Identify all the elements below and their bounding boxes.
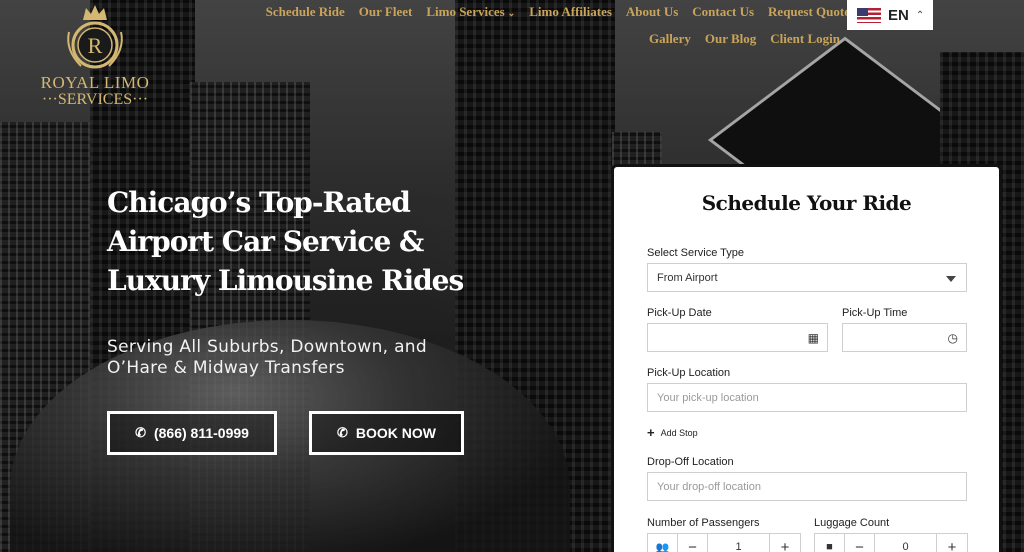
nav-item-request-quote[interactable]: Request Quote	[768, 3, 850, 22]
dropoff-location-field	[647, 472, 967, 501]
call-phone-button[interactable]: ✆ (866) 811-0999	[107, 411, 277, 455]
main-navigation: Schedule Ride Our Fleet Limo Services ⌄ L…	[220, 3, 850, 47]
phone-icon: ✆	[135, 425, 146, 440]
passengers-label: Number of Passengers	[647, 517, 760, 529]
nav-item-label: Our Blog	[704, 31, 757, 46]
pickup-time-label: Pick-Up Time	[842, 307, 908, 319]
language-code: EN	[888, 6, 909, 24]
nav-item-our-fleet[interactable]: Our Fleet	[359, 3, 413, 22]
add-stop-label: Add Stop	[660, 428, 698, 438]
language-selector[interactable]: EN ⌃	[847, 0, 933, 30]
logo-subtitle: ···SERVICES···	[41, 91, 149, 108]
nav-item-gallery[interactable]: Gallery	[649, 30, 691, 47]
luggage-label: Luggage Count	[814, 517, 890, 529]
nav-item-label: Limo Affiliates	[529, 4, 612, 19]
pickup-location-label: Pick-Up Location	[647, 367, 731, 379]
nav-item-schedule-ride[interactable]: Schedule Ride	[266, 3, 345, 22]
service-type-label: Select Service Type	[647, 247, 745, 259]
form-title: Schedule Your Ride	[701, 191, 912, 215]
hero-title: Chicago’s Top-Rated Airport Car Service …	[107, 183, 507, 300]
hero-title-line: Luxury Limousine Rides	[107, 264, 464, 297]
book-now-label: BOOK NOW	[355, 425, 436, 441]
pickup-time-field[interactable]: ◷	[842, 323, 967, 352]
nav-item-label: Request Quote	[768, 4, 850, 19]
suitcase-icon: ■	[815, 534, 845, 552]
phone-icon: ✆	[336, 425, 348, 440]
dropoff-location-input[interactable]	[657, 473, 966, 500]
people-icon: 👥	[648, 534, 678, 552]
dropoff-location-label: Drop-Off Location	[647, 456, 734, 468]
hero-title-line: Airport Car Service &	[107, 225, 424, 258]
hero-subtitle-line: O’Hare & Midway Transfers	[107, 358, 345, 378]
passengers-stepper: 👥 − 1 +	[647, 533, 801, 552]
call-phone-label: (866) 811-0999	[153, 425, 249, 441]
logo-emblem-letter: R	[88, 33, 103, 58]
chevron-down-icon: ⌄	[507, 8, 516, 18]
nav-item-about-us[interactable]: About Us	[626, 3, 678, 22]
logo-subtitle-text: SERVICES	[57, 91, 133, 108]
nav-item-label: Gallery	[648, 31, 691, 46]
nav-item-limo-services[interactable]: Limo Services ⌄	[426, 3, 515, 22]
service-type-value: From Airport	[657, 271, 718, 284]
pickup-location-field	[647, 383, 967, 412]
luggage-increment-button[interactable]: +	[937, 534, 967, 552]
nav-item-client-login[interactable]: Client Login	[770, 30, 840, 47]
plus-icon: +	[647, 425, 655, 440]
nav-row-secondary: Gallery Our Blog Client Login	[220, 30, 850, 47]
nav-item-contact-us[interactable]: Contact Us	[692, 3, 754, 22]
nav-row-primary: Schedule Ride Our Fleet Limo Services ⌄ L…	[220, 3, 850, 22]
logo-name: ROYAL LIMO	[40, 73, 150, 92]
caret-down-icon	[946, 276, 956, 282]
nav-item-label: Schedule Ride	[265, 4, 345, 19]
hero-title-line: Chicago’s Top-Rated	[107, 186, 411, 219]
luggage-stepper: ■ − 0 +	[814, 533, 968, 552]
chevron-up-icon: ⌃	[915, 9, 925, 21]
nav-item-label: About Us	[625, 4, 679, 19]
hero-subtitle: Serving All Suburbs, Downtown, and O’Har…	[107, 337, 467, 379]
calendar-icon[interactable]: ▦	[808, 331, 819, 345]
schedule-ride-form: Schedule Your Ride Select Service Type F…	[611, 164, 1002, 552]
nav-item-label: Client Login	[770, 31, 840, 46]
nav-item-limo-affiliates[interactable]: Limo Affiliates	[529, 3, 612, 22]
book-now-button[interactable]: ✆ BOOK NOW	[309, 411, 464, 455]
service-type-select[interactable]: From Airport	[647, 263, 967, 292]
nav-item-label: Our Fleet	[358, 4, 413, 19]
luggage-decrement-button[interactable]: −	[845, 534, 875, 552]
nav-item-label: Limo Services	[426, 4, 505, 19]
pickup-date-field[interactable]: ▦	[647, 323, 828, 352]
logo-emblem-icon: R	[59, 2, 131, 74]
passengers-decrement-button[interactable]: −	[678, 534, 708, 552]
pickup-date-label: Pick-Up Date	[647, 307, 712, 319]
clock-icon[interactable]: ◷	[948, 331, 958, 345]
hero-subtitle-line: Serving All Suburbs, Downtown, and	[107, 337, 427, 357]
nav-item-our-blog[interactable]: Our Blog	[705, 30, 756, 47]
pickup-location-input[interactable]	[657, 384, 966, 411]
passengers-value[interactable]: 1	[708, 534, 770, 552]
luggage-value[interactable]: 0	[875, 534, 937, 552]
royal-limo-logo[interactable]: R ROYAL LIMO ···SERVICES···	[30, 2, 160, 127]
passengers-increment-button[interactable]: +	[770, 534, 800, 552]
us-flag-icon	[857, 7, 881, 23]
add-stop-button[interactable]: + Add Stop	[647, 425, 698, 440]
nav-item-label: Contact Us	[692, 4, 755, 19]
